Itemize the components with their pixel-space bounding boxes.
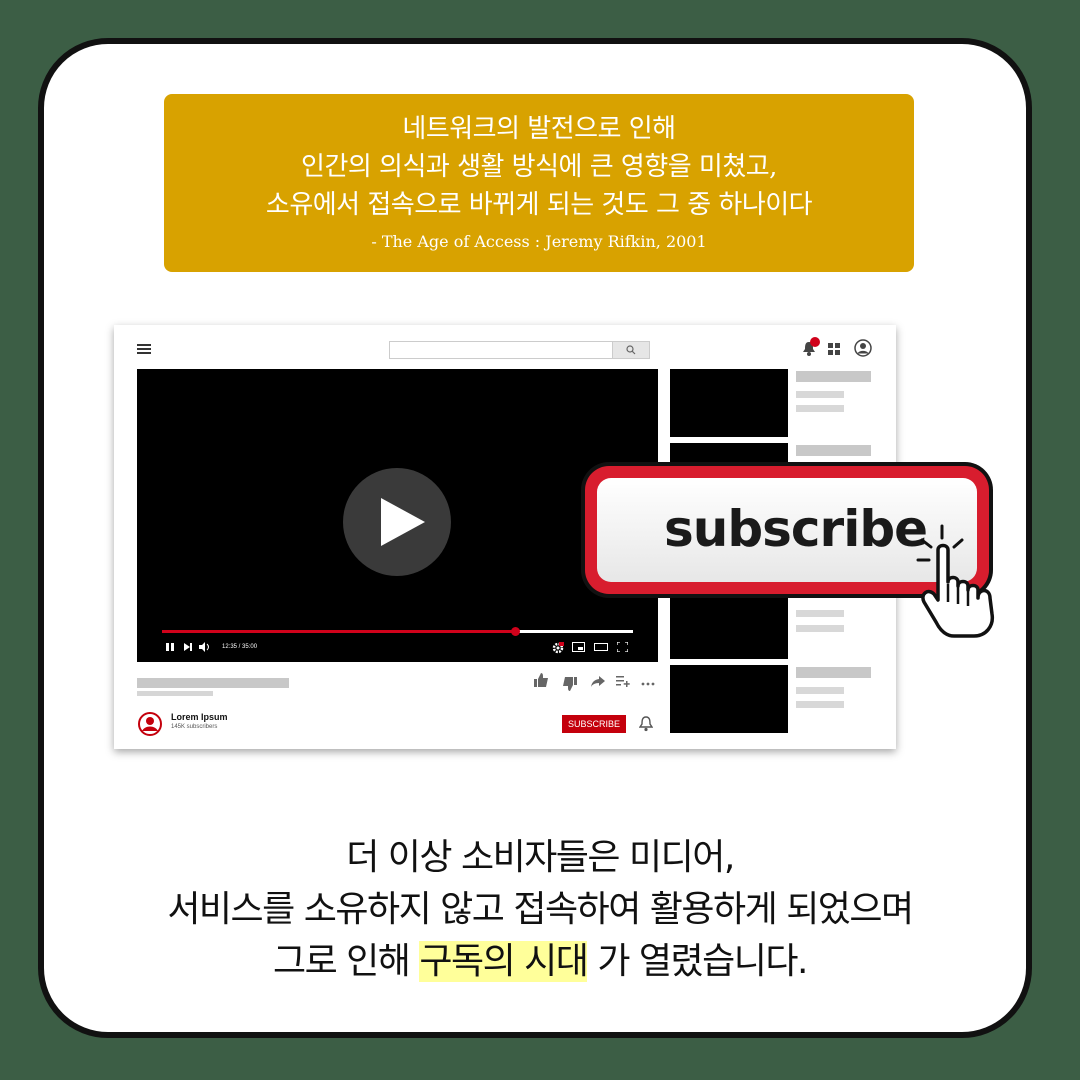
related-video-thumbnail[interactable] [670,369,788,437]
related-meta-placeholder [796,625,844,632]
miniplayer-icon[interactable] [572,642,585,652]
big-subscribe-label: subscribe [664,500,928,558]
hamburger-menu-icon[interactable] [137,344,151,354]
progress-scrubber[interactable] [511,627,521,636]
related-video-thumbnail[interactable] [670,591,788,659]
account-icon[interactable] [854,339,872,357]
search-button[interactable] [612,341,650,359]
quote-line-1: 네트워크의 발전으로 인해 [402,114,676,144]
caption-line-3-end: 가 열렸습니다. [587,941,808,982]
play-button[interactable] [343,468,451,576]
pause-icon[interactable] [165,642,175,652]
highlighted-phrase: 구독의 시대 [419,941,589,982]
dislike-icon[interactable] [563,677,577,691]
quote-line-3: 소유에서 접속으로 바뀌게 되는 것도 그 중 하나이다 [265,190,813,220]
share-icon[interactable] [591,676,605,688]
video-player[interactable]: 12:35 / 35:00 [137,369,658,662]
quote-box: 네트워크의 발전으로 인해 인간의 의식과 생활 방식에 큰 영향을 미쳤고, … [164,94,914,272]
related-meta-placeholder [796,610,844,617]
play-icon [381,498,425,546]
subscribe-button[interactable]: SUBSCRIBE [562,715,626,733]
settings-icon[interactable] [552,642,564,654]
caption-line-1: 더 이상 소비자들은 미디어, [346,837,735,878]
caption-line-3-start: 그로 인해 [273,941,420,982]
theater-mode-icon[interactable] [594,642,608,652]
progress-bar[interactable] [162,627,633,636]
bottom-caption: 더 이상 소비자들은 미디어, 서비스를 소유하지 않고 접속하여 활용하게 되… [0,832,1080,988]
caption-line-2: 서비스를 소유하지 않고 접속하여 활용하게 되었으며 [167,889,914,930]
video-views-placeholder [137,691,213,696]
like-icon[interactable] [534,673,548,687]
related-meta-placeholder [796,391,844,398]
search-icon [626,345,636,355]
search-input[interactable] [389,341,613,359]
next-icon[interactable] [183,642,193,652]
time-display: 12:35 / 35:00 [222,644,258,650]
add-to-playlist-icon[interactable] [616,675,630,687]
video-title-placeholder [137,678,289,688]
related-title-placeholder [796,667,871,678]
fullscreen-icon[interactable] [617,642,628,652]
related-title-placeholder [796,371,871,382]
related-meta-placeholder [796,701,844,708]
channel-avatar-icon[interactable] [138,712,162,736]
caption-line-3: 그로 인해 구독의 시대 가 열렸습니다. [0,936,1080,988]
more-options-icon[interactable] [641,682,655,686]
pointing-hand-cursor-icon [916,524,995,638]
subscriber-count: 145K subscribers [171,724,218,730]
notification-dot [810,337,820,347]
channel-name[interactable]: Lorem Ipsum [171,712,228,722]
quote-source: - The Age of Access : Jeremy Rifkin, 200… [371,232,707,251]
volume-icon[interactable] [199,642,211,652]
channel-bell-icon[interactable] [639,716,653,732]
progress-fill [162,630,516,633]
related-meta-placeholder [796,405,844,412]
related-video-thumbnail[interactable] [670,665,788,733]
related-title-placeholder [796,445,871,456]
apps-grid-icon[interactable] [828,343,840,355]
quote-line-2: 인간의 의식과 생활 방식에 큰 영향을 미쳤고, [301,152,777,182]
related-meta-placeholder [796,687,844,694]
